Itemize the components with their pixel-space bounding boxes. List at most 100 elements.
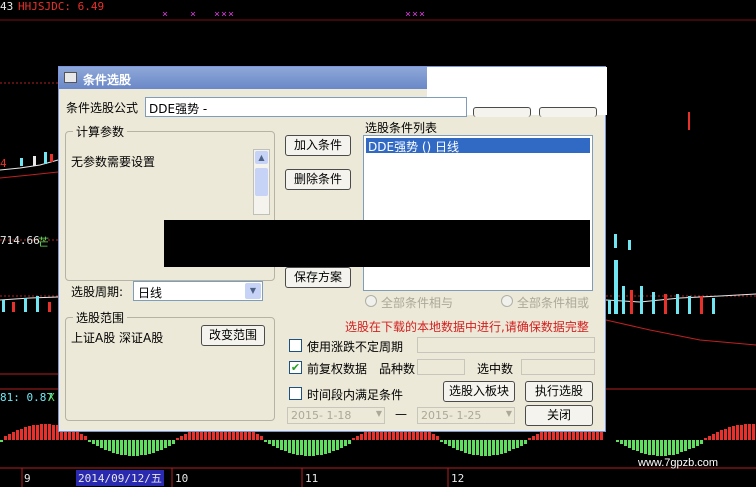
chevron-down-icon[interactable]: ▼	[376, 409, 382, 418]
indicator-bar	[252, 432, 255, 440]
indicator-bar	[360, 434, 363, 440]
indicator-bar	[488, 440, 491, 456]
chevron-down-icon[interactable]: ▼	[506, 409, 512, 418]
scroll-thumb[interactable]	[255, 168, 268, 196]
indicator-bar	[476, 440, 479, 455]
indicator-bar	[460, 440, 463, 451]
indicator-bar	[284, 440, 287, 451]
date-from-picker[interactable]: 2015- 1-18 ▼	[287, 407, 385, 424]
add-condition-button[interactable]: 加入条件	[285, 135, 351, 156]
indicator-bar	[52, 425, 55, 440]
chart-top-left-number: 43	[0, 0, 14, 13]
indicator-bar	[676, 440, 679, 454]
condition-list-item[interactable]: DDE强势 () 日线	[366, 138, 590, 154]
radio-and[interactable]	[365, 295, 377, 307]
uncertain-period-checkbox[interactable]	[289, 339, 302, 352]
formula-value: DDE强势 -	[149, 102, 208, 116]
indicator-bar	[364, 432, 367, 440]
indicator-bar	[260, 436, 263, 440]
indicator-bar	[48, 424, 51, 440]
sub-indicator-x: X	[48, 391, 55, 404]
forward-adjust-checkbox[interactable]: ✔	[289, 361, 302, 374]
hidden-button[interactable]	[539, 107, 597, 117]
indicator-bar	[500, 440, 503, 454]
radio-or[interactable]	[501, 295, 513, 307]
indicator-bar	[264, 440, 267, 442]
indicator-bar	[176, 438, 179, 440]
indicator-bar	[684, 440, 687, 451]
radio-or-label: 全部条件相或	[517, 296, 590, 310]
volume-bar	[664, 294, 667, 314]
save-plan-button[interactable]: 保存方案	[285, 267, 351, 288]
params-scrollbar[interactable]: ▲	[253, 149, 270, 215]
indicator-bar	[520, 440, 523, 446]
candle	[50, 154, 53, 162]
indicator-bar	[160, 440, 163, 450]
indicator-bar	[320, 440, 323, 455]
indicator-bar	[680, 440, 683, 452]
indicator-bar	[24, 427, 27, 440]
indicator-bar	[668, 440, 671, 455]
indicator-bar	[128, 440, 131, 456]
indicator-bar	[496, 440, 499, 455]
execute-button[interactable]: 执行选股	[525, 381, 593, 402]
indicator-bar	[448, 440, 451, 446]
indicator-bar	[280, 440, 283, 450]
signal-marker: ×	[419, 9, 426, 20]
volume-bar	[622, 286, 625, 314]
formula-select[interactable]: DDE强势 -	[145, 97, 467, 117]
indicator-bar	[616, 440, 619, 442]
condition-list-item-text: DDE强势 () 日线	[368, 140, 460, 154]
indicator-bar	[356, 436, 359, 440]
uncertain-period-label: 使用涨跌不定周期	[307, 340, 404, 354]
volume-bar	[12, 302, 15, 312]
indicator-bar	[88, 440, 91, 442]
condition-list[interactable]: DDE强势 () 日线	[363, 135, 593, 291]
uncertain-period-field[interactable]	[417, 337, 595, 353]
chevron-down-icon[interactable]: ▼	[245, 283, 261, 299]
signal-marker: ×	[412, 9, 419, 20]
indicator-bar	[636, 440, 639, 451]
date-to-picker[interactable]: 2015- 1-25 ▼	[417, 407, 515, 424]
indicator-bar	[292, 440, 295, 454]
sub-indicator-label: 81: 0.87	[0, 391, 53, 404]
indicator-bar	[716, 432, 719, 440]
scroll-up-icon[interactable]: ▲	[255, 151, 268, 164]
indicator-bar	[660, 440, 663, 456]
indicator-bar	[700, 440, 703, 444]
indicator-bar	[16, 430, 19, 440]
volume-bar	[676, 294, 679, 314]
indicator-bar	[136, 440, 139, 456]
indicator-bar	[12, 432, 15, 440]
change-range-button[interactable]: 改变范围	[201, 325, 265, 346]
indicator-bar	[180, 436, 183, 440]
indicator-bar	[440, 440, 443, 442]
hidden-button[interactable]	[473, 107, 531, 117]
indicator-bar	[316, 440, 319, 455]
signal-marker: ×	[162, 9, 169, 20]
indicator-bar	[20, 429, 23, 440]
price-label: 714.66	[0, 234, 40, 247]
params-group-title: 计算参数	[73, 123, 128, 140]
indicator-bar	[132, 440, 135, 456]
indicator-bar	[112, 440, 115, 453]
indicator-bar	[124, 440, 127, 455]
price-curve	[605, 293, 756, 303]
volume-bar	[640, 286, 643, 314]
delete-condition-button[interactable]: 删除条件	[285, 169, 351, 190]
dialog-titlebar[interactable]: 条件选股	[59, 67, 427, 89]
time-period-checkbox[interactable]	[289, 387, 302, 400]
indicator-bar	[92, 440, 95, 444]
add-to-block-button[interactable]: 选股入板块	[443, 381, 515, 402]
indicator-bar	[340, 440, 343, 448]
volume-bar	[24, 298, 27, 312]
indicator-bar	[504, 440, 507, 453]
period-select[interactable]: 日线 ▼	[133, 281, 263, 301]
indicator-bar	[312, 440, 315, 456]
indicator-bar	[168, 440, 171, 446]
indicator-bar	[492, 440, 495, 455]
close-button[interactable]: 关闭	[525, 405, 593, 426]
indicator-bar	[692, 440, 695, 448]
indicator-bar	[144, 440, 147, 455]
indicator-bar	[96, 440, 99, 446]
